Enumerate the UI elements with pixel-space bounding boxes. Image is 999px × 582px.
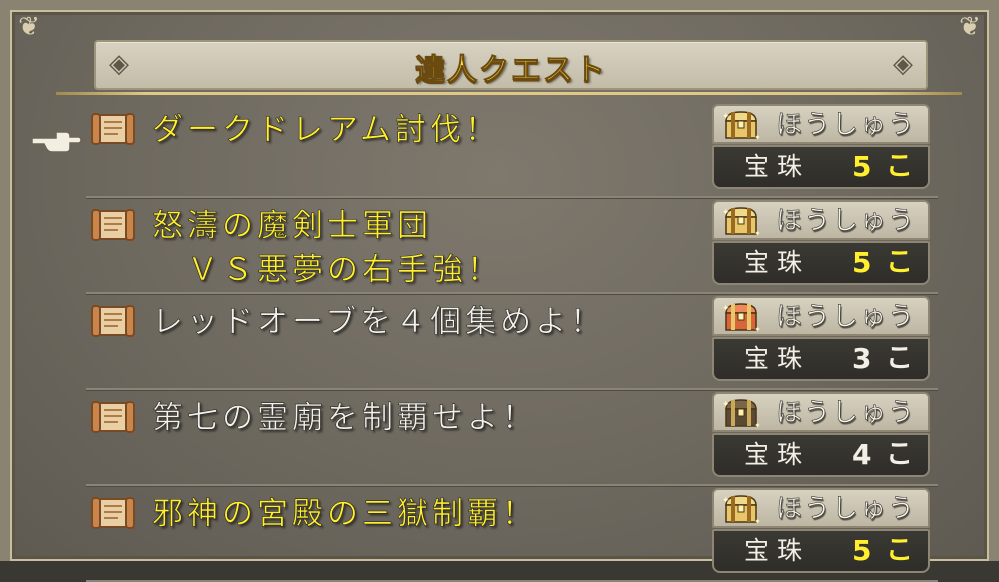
reward-body: 宝珠 5 こ xyxy=(712,241,930,285)
reward-item-name: 宝珠 xyxy=(744,248,811,277)
reward-item-name: 宝珠 xyxy=(744,344,811,373)
svg-text:✦: ✦ xyxy=(754,229,761,237)
quest-title: ダークドレアム討伐！ xyxy=(152,112,500,149)
quest-scroll-icon xyxy=(90,496,136,530)
corner-ornament-icon: ❦ xyxy=(18,12,40,42)
dark-chest-icon: ✦ ✦ xyxy=(720,397,762,430)
reward-unit: こ xyxy=(886,247,913,278)
reward-count: 4 xyxy=(852,438,872,471)
quest-title: 邪神の宮殿の三獄制覇！ xyxy=(152,496,537,533)
svg-text:✦: ✦ xyxy=(722,112,730,122)
svg-text:✦: ✦ xyxy=(722,208,730,218)
quest-title: 怒濤の魔剣士軍団 ＶＳ悪夢の右手強！ xyxy=(152,208,502,289)
page-title: 達人クエスト xyxy=(415,53,607,89)
quest-row[interactable]: ダークドレアム討伐！ ✦ ✦ ほうしゅう宝珠 5 こ xyxy=(86,102,938,198)
quest-list: ダークドレアム討伐！ ✦ ✦ ほうしゅう 宝珠 5 こ 怒濤の魔剣士軍団 ＶＳ悪夢の右… xyxy=(86,102,938,582)
reward-count: 5 xyxy=(852,534,872,567)
reward-panel: ✦ ✦ ほうしゅう宝珠 3 こ xyxy=(712,296,930,382)
pointing-hand-cursor-icon xyxy=(31,131,82,153)
svg-text:✦: ✦ xyxy=(754,133,761,141)
reward-panel: ✦ ✦ ほうしゅう宝珠 5 こ xyxy=(712,200,930,286)
reward-item-name: 宝珠 xyxy=(744,440,811,469)
quest-row[interactable]: 怒濤の魔剣士軍団 ＶＳ悪夢の右手強！ ✦ ✦ ほうしゅう宝珠 5 こ xyxy=(86,198,938,294)
quest-title: レッドオーブを４個集めよ！ xyxy=(152,304,606,341)
reward-body: 宝珠 5 こ xyxy=(712,145,930,189)
quest-row[interactable]: 邪神の宮殿の三獄制覇！ ✦ ✦ ほうしゅう宝珠 5 こ xyxy=(86,486,938,582)
reward-count: 5 xyxy=(852,246,872,279)
reward-item-name: 宝珠 xyxy=(744,536,811,565)
reward-header: ✦ ✦ ほうしゅう xyxy=(712,296,930,336)
svg-text:✦: ✦ xyxy=(722,496,730,506)
quest-scroll-icon xyxy=(90,400,136,434)
quest-scroll-icon xyxy=(90,112,136,146)
quest-title: 第七の霊廟を制覇せよ！ xyxy=(152,400,537,437)
quest-window: ❦ ❦ ◈ 達人クエスト ◈ ダークドレアム討伐！ ✦ ✦ ほうしゅう 宝珠 5 こ … xyxy=(0,0,999,582)
reward-count: 5 xyxy=(852,150,872,183)
reward-panel: ✦ ✦ ほうしゅう宝珠 5 こ xyxy=(712,104,930,190)
reward-header: ✦ ✦ ほうしゅう xyxy=(712,200,930,240)
reward-label: ほうしゅう xyxy=(776,206,917,237)
reward-body: 宝珠 5 こ xyxy=(712,529,930,573)
divider xyxy=(56,92,962,95)
svg-text:✦: ✦ xyxy=(754,421,761,429)
svg-text:✦: ✦ xyxy=(754,517,761,525)
title-banner: ◈ 達人クエスト ◈ xyxy=(94,40,928,90)
gold-chest-icon: ✦ ✦ xyxy=(720,109,762,142)
svg-text:✦: ✦ xyxy=(754,325,761,333)
reward-panel: ✦ ✦ ほうしゅう宝珠 5 こ xyxy=(712,488,930,574)
reward-body: 宝珠 4 こ xyxy=(712,433,930,477)
reward-unit: こ xyxy=(886,151,913,182)
gold-chest-icon: ✦ ✦ xyxy=(720,493,762,526)
red-chest-icon: ✦ ✦ xyxy=(720,301,762,334)
reward-item-name: 宝珠 xyxy=(744,152,811,181)
reward-count: 3 xyxy=(852,342,872,375)
gold-chest-icon: ✦ ✦ xyxy=(720,205,762,238)
corner-ornament-icon: ❦ xyxy=(959,12,981,42)
reward-unit: こ xyxy=(886,343,913,374)
quest-scroll-icon xyxy=(90,208,136,242)
reward-label: ほうしゅう xyxy=(776,302,917,333)
reward-body: 宝珠 3 こ xyxy=(712,337,930,381)
reward-label: ほうしゅう xyxy=(776,110,917,141)
reward-header: ✦ ✦ ほうしゅう xyxy=(712,104,930,144)
reward-unit: こ xyxy=(886,439,913,470)
reward-unit: こ xyxy=(886,535,913,566)
quest-row[interactable]: 第七の霊廟を制覇せよ！ ✦ ✦ ほうしゅう宝珠 4 こ xyxy=(86,390,938,486)
quest-scroll-icon xyxy=(90,304,136,338)
svg-text:✦: ✦ xyxy=(722,304,730,314)
reward-header: ✦ ✦ ほうしゅう xyxy=(712,392,930,432)
page-right-icon[interactable]: ◈ xyxy=(888,49,918,79)
quest-row[interactable]: レッドオーブを４個集めよ！ ✦ ✦ ほうしゅう宝珠 3 こ xyxy=(86,294,938,390)
reward-panel: ✦ ✦ ほうしゅう宝珠 4 こ xyxy=(712,392,930,478)
reward-header: ✦ ✦ ほうしゅう xyxy=(712,488,930,528)
reward-label: ほうしゅう xyxy=(776,494,917,525)
reward-label: ほうしゅう xyxy=(776,398,917,429)
svg-text:✦: ✦ xyxy=(722,400,730,410)
